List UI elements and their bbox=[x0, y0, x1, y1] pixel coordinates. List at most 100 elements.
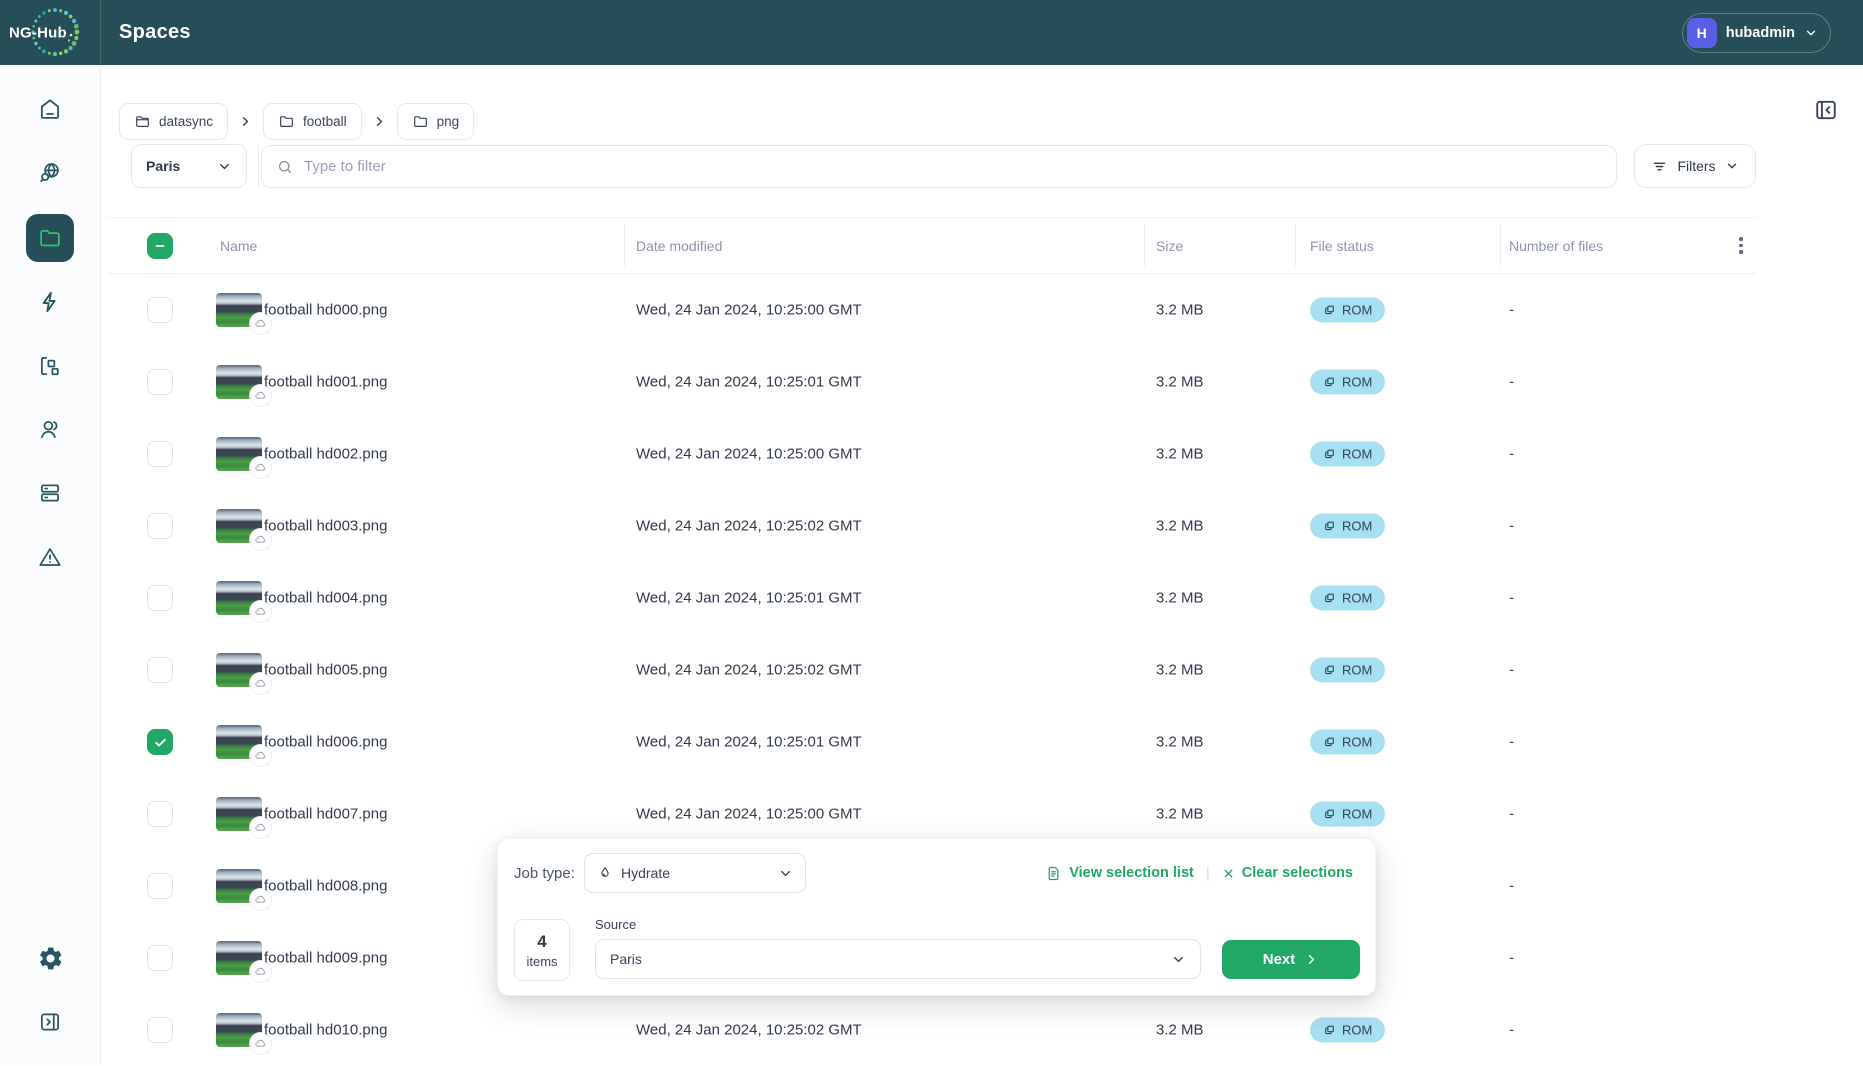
row-checkbox[interactable] bbox=[147, 441, 173, 467]
breadcrumb-label: football bbox=[303, 114, 347, 129]
sidebar-item-users[interactable] bbox=[26, 405, 74, 453]
row-checkbox[interactable] bbox=[147, 873, 173, 899]
column-header-file-status[interactable]: File status bbox=[1310, 238, 1374, 254]
user-menu[interactable]: H hubadmin bbox=[1682, 13, 1831, 53]
column-header-name[interactable]: Name bbox=[220, 238, 257, 254]
details-panel-toggle[interactable] bbox=[1812, 96, 1840, 124]
check-icon bbox=[153, 735, 168, 750]
link-divider: | bbox=[1206, 865, 1210, 882]
row-name: football hd002.png bbox=[264, 446, 387, 463]
row-checkbox[interactable] bbox=[147, 729, 173, 755]
filters-label: Filters bbox=[1677, 158, 1715, 174]
row-files: - bbox=[1509, 302, 1514, 319]
row-date: Wed, 24 Jan 2024, 10:25:01 GMT bbox=[636, 734, 862, 751]
folder-icon bbox=[37, 225, 63, 251]
column-header-number-of-files[interactable]: Number of files bbox=[1509, 238, 1603, 254]
row-size: 3.2 MB bbox=[1156, 590, 1204, 607]
row-files: - bbox=[1509, 950, 1514, 967]
source-value: Paris bbox=[610, 951, 642, 967]
row-status-wrap: ROM bbox=[1310, 586, 1385, 611]
row-size: 3.2 MB bbox=[1156, 302, 1204, 319]
row-checkbox-wrap bbox=[147, 441, 173, 467]
chevron-down-icon bbox=[1725, 159, 1739, 173]
breadcrumb-item-datasync[interactable]: datasync bbox=[119, 103, 228, 140]
copy-icon bbox=[1323, 736, 1336, 749]
sidebar-item-alerts[interactable] bbox=[26, 533, 74, 581]
file-status-badge: ROM bbox=[1310, 730, 1385, 755]
row-name: football hd010.png bbox=[264, 1022, 387, 1039]
row-checkbox[interactable] bbox=[147, 513, 173, 539]
breadcrumb-item-football[interactable]: football bbox=[263, 103, 362, 140]
row-checkbox[interactable] bbox=[147, 801, 173, 827]
row-checkbox[interactable] bbox=[147, 369, 173, 395]
table-row: football hd005.png Wed, 24 Jan 2024, 10:… bbox=[108, 634, 1756, 706]
scope-value: Paris bbox=[146, 158, 180, 174]
badge-label: ROM bbox=[1342, 591, 1372, 606]
view-selection-list-link[interactable]: View selection list bbox=[1045, 865, 1194, 882]
sidebar-item-jobs[interactable] bbox=[26, 278, 74, 326]
row-files: - bbox=[1509, 374, 1514, 391]
next-button[interactable]: Next bbox=[1222, 940, 1360, 979]
sidebar-item-discover[interactable] bbox=[26, 149, 74, 197]
thumbnail-image bbox=[216, 509, 262, 543]
chevron-down-icon bbox=[1171, 952, 1186, 967]
filters-button[interactable]: Filters bbox=[1634, 144, 1756, 188]
folder-icon bbox=[278, 113, 295, 130]
search-icon bbox=[276, 158, 294, 176]
sidebar-item-settings[interactable] bbox=[26, 934, 74, 982]
collapse-panel-icon bbox=[37, 1009, 63, 1035]
space-icon bbox=[134, 113, 151, 130]
copy-icon bbox=[1323, 1024, 1336, 1037]
row-name: football hd007.png bbox=[264, 806, 387, 823]
source-select[interactable]: Paris bbox=[595, 939, 1201, 979]
badge-label: ROM bbox=[1342, 663, 1372, 678]
row-files: - bbox=[1509, 1022, 1514, 1039]
file-thumbnail bbox=[216, 941, 262, 975]
file-thumbnail bbox=[216, 581, 262, 615]
row-status-wrap: ROM bbox=[1310, 514, 1385, 539]
badge-label: ROM bbox=[1342, 447, 1372, 462]
row-status-wrap: ROM bbox=[1310, 298, 1385, 323]
sidebar-item-home[interactable] bbox=[26, 85, 74, 133]
copy-icon bbox=[1323, 376, 1336, 389]
sidebar-item-resources[interactable] bbox=[26, 469, 74, 517]
row-status-wrap: ROM bbox=[1310, 442, 1385, 467]
job-type-select[interactable]: Hydrate bbox=[584, 853, 806, 893]
table-row: football hd002.png Wed, 24 Jan 2024, 10:… bbox=[108, 418, 1756, 490]
row-status-wrap: ROM bbox=[1310, 1018, 1385, 1043]
row-files: - bbox=[1509, 590, 1514, 607]
row-checkbox[interactable] bbox=[147, 1017, 173, 1043]
source-label: Source bbox=[595, 917, 636, 932]
row-checkbox[interactable] bbox=[147, 657, 173, 683]
copy-icon bbox=[1323, 592, 1336, 605]
column-header-size[interactable]: Size bbox=[1156, 238, 1183, 254]
sidebar-collapse-toggle[interactable] bbox=[26, 998, 74, 1046]
sidebar-item-spaces[interactable] bbox=[26, 214, 74, 262]
search-input[interactable] bbox=[304, 158, 1602, 175]
select-all-checkbox[interactable] bbox=[147, 233, 173, 259]
row-checkbox-wrap bbox=[147, 657, 173, 683]
breadcrumb: datasync football png bbox=[119, 103, 474, 140]
table-row: football hd004.png Wed, 24 Jan 2024, 10:… bbox=[108, 562, 1756, 634]
breadcrumb-item-png[interactable]: png bbox=[397, 103, 475, 140]
row-name: football hd004.png bbox=[264, 590, 387, 607]
selected-count-unit: items bbox=[526, 954, 557, 969]
row-files: - bbox=[1509, 878, 1514, 895]
badge-label: ROM bbox=[1342, 735, 1372, 750]
row-checkbox[interactable] bbox=[147, 585, 173, 611]
row-size: 3.2 MB bbox=[1156, 734, 1204, 751]
clear-selections-link[interactable]: Clear selections bbox=[1222, 865, 1353, 881]
copy-icon bbox=[1323, 808, 1336, 821]
column-header-date-modified[interactable]: Date modified bbox=[636, 238, 722, 254]
app-logo[interactable]: NG-Hub bbox=[0, 0, 101, 65]
scope-select[interactable]: Paris bbox=[131, 144, 247, 188]
file-thumbnail bbox=[216, 509, 262, 543]
row-checkbox[interactable] bbox=[147, 297, 173, 323]
badge-label: ROM bbox=[1342, 1023, 1372, 1038]
thumbnail-image bbox=[216, 365, 262, 399]
table-options-menu[interactable] bbox=[1730, 233, 1752, 259]
row-checkbox-wrap bbox=[147, 297, 173, 323]
row-files: - bbox=[1509, 662, 1514, 679]
sidebar-item-data-brokers[interactable] bbox=[26, 342, 74, 390]
row-checkbox[interactable] bbox=[147, 945, 173, 971]
